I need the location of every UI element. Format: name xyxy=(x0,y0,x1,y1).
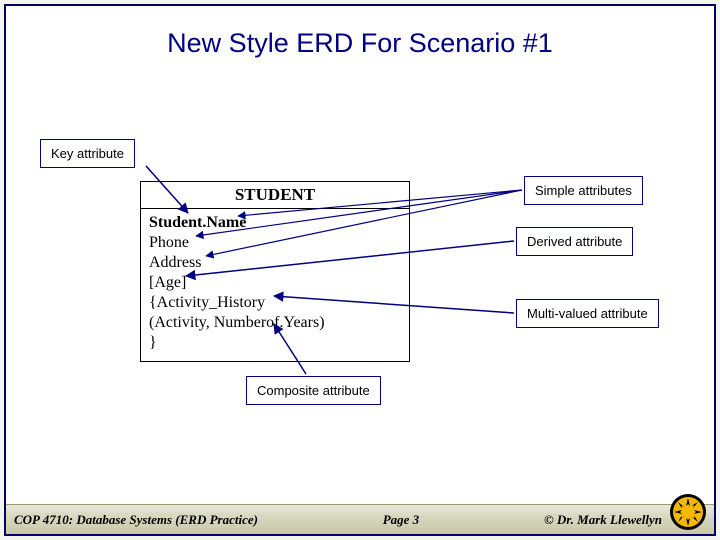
callout-derived-attribute: Derived attribute xyxy=(516,227,633,256)
erd-attr: [Age] xyxy=(149,273,401,293)
slide: New Style ERD For Scenario #1 STUDENT St… xyxy=(4,4,716,536)
callout-simple-attributes: Simple attributes xyxy=(524,176,643,205)
callout-multi-valued-attribute: Multi-valued attribute xyxy=(516,299,659,328)
footer-page-number: Page 3 xyxy=(258,512,544,528)
page-title: New Style ERD For Scenario #1 xyxy=(6,6,714,59)
erd-attr: (Activity, Numberof.Years) xyxy=(149,313,401,333)
footer-course: COP 4710: Database Systems (ERD Practice… xyxy=(6,512,258,528)
ucf-logo-icon xyxy=(668,492,708,532)
erd-entity-box: STUDENT Student.Name Phone Address [Age]… xyxy=(140,181,410,362)
erd-attr: } xyxy=(149,333,401,353)
erd-attr: {Activity_History xyxy=(149,293,401,313)
erd-attr-key: Student.Name xyxy=(149,213,401,233)
erd-entity-name: STUDENT xyxy=(141,182,409,209)
erd-attr: Address xyxy=(149,253,401,273)
callout-key-attribute: Key attribute xyxy=(40,139,135,168)
footer-bar: COP 4710: Database Systems (ERD Practice… xyxy=(6,504,714,534)
erd-attribute-list: Student.Name Phone Address [Age] {Activi… xyxy=(141,209,409,361)
erd-attr: Phone xyxy=(149,233,401,253)
callout-composite-attribute: Composite attribute xyxy=(246,376,381,405)
